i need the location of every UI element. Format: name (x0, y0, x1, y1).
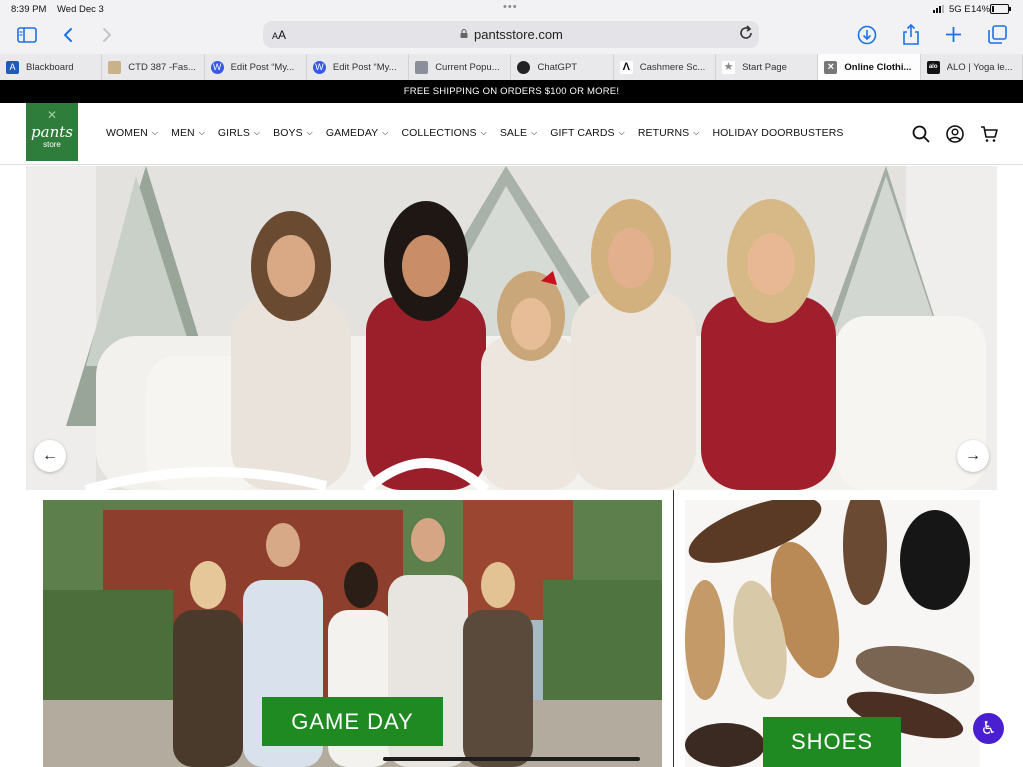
nav-boys[interactable]: BOYS ⌵ (273, 127, 313, 139)
browser-toolbar: AA pantsstore.com (0, 18, 1023, 54)
chevron-down-icon: ⌵ (382, 128, 389, 137)
share-icon[interactable] (902, 24, 920, 45)
account-icon[interactable] (946, 125, 964, 143)
alo-favicon-icon: alo (926, 61, 940, 74)
new-tab-icon[interactable] (945, 26, 962, 43)
cart-icon[interactable] (980, 125, 998, 143)
pants-store-logo[interactable]: ✕ pants store (26, 103, 78, 161)
cashmere-favicon-icon: Λ (619, 61, 633, 74)
tab-blackboard[interactable]: A Blackboard (0, 54, 103, 80)
blackboard-favicon-icon: A (6, 61, 19, 74)
tab-online-clothing[interactable]: × Online Clothi... (818, 54, 921, 80)
reload-icon[interactable] (739, 25, 754, 41)
tab-label: Online Clothi... (844, 62, 912, 73)
tile-divider (673, 490, 674, 767)
url-text[interactable]: pantsstore.com (474, 27, 563, 42)
carousel-next-button[interactable]: → (957, 440, 989, 472)
logo-mark-icon: ✕ (46, 108, 58, 122)
chevron-down-icon: ⌵ (151, 128, 159, 137)
forward-icon[interactable] (101, 27, 113, 43)
hero-image (26, 166, 997, 490)
chevron-down-icon: ⌵ (531, 128, 538, 137)
back-icon[interactable] (62, 27, 74, 43)
logo-sub: store (43, 140, 61, 149)
network-label: 5G E (949, 4, 971, 15)
tab-label: Current Popu... (435, 62, 500, 73)
tab-label: CTD 387 -Fas... (128, 62, 196, 73)
tab-edit-post-1[interactable]: W Edit Post “My... (205, 54, 307, 80)
nav-sale[interactable]: SALE ⌵ (500, 127, 537, 139)
nav-returns[interactable]: RETURNS ⌵ (638, 127, 700, 139)
shoes-tile[interactable]: SHOES (685, 500, 980, 767)
wordpress-favicon-icon: W (312, 61, 326, 74)
tab-bar: A Blackboard CTD 387 -Fas... W Edit Post “… (0, 54, 1023, 80)
multitasking-dots-icon[interactable]: ••• (503, 1, 518, 13)
logo-word: pants (31, 123, 73, 141)
nav-holiday-doorbusters[interactable]: HOLIDAY DOORBUSTERS (712, 127, 843, 139)
gameday-button[interactable]: GAME DAY (262, 697, 443, 746)
status-date: Wed Dec 3 (57, 4, 104, 15)
ctd-favicon-icon (108, 61, 122, 74)
tab-label: Cashmere Sc... (639, 62, 706, 73)
nav-collections[interactable]: COLLECTIONS ⌵ (401, 127, 486, 139)
chatgpt-favicon-icon (517, 61, 531, 74)
tabs-overview-icon[interactable] (988, 25, 1007, 44)
tab-current-popular[interactable]: Current Popu... (409, 54, 512, 80)
chevron-down-icon: ⌵ (198, 128, 205, 137)
carousel-prev-button[interactable]: ← (34, 440, 66, 472)
main-nav: WOMEN ⌵ MEN ⌵ GIRLS ⌵ BOYS ⌵ GAMEDAY ⌵ COLLEC… (106, 127, 857, 139)
tab-alo-yoga[interactable]: alo ALO | Yoga le... (921, 54, 1023, 80)
gameday-tile[interactable]: GAME DAY (43, 500, 662, 767)
sidebar-icon[interactable] (17, 27, 37, 43)
chevron-down-icon: ⌵ (693, 128, 700, 137)
tab-label: Edit Post “My... (230, 62, 295, 73)
nav-gameday[interactable]: GAMEDAY ⌵ (326, 127, 389, 139)
nav-men[interactable]: MEN ⌵ (171, 127, 205, 139)
star-icon: ★ (722, 61, 736, 74)
tab-label: Edit Post “My... (332, 62, 397, 73)
chevron-down-icon: ⌵ (306, 128, 313, 137)
search-icon[interactable] (912, 125, 930, 143)
tab-ctd-387[interactable]: CTD 387 -Fas... (102, 54, 205, 80)
status-time: 8:39 PM (11, 4, 47, 15)
battery-icon (990, 4, 1011, 14)
tab-chatgpt[interactable]: ChatGPT (511, 54, 614, 80)
text-size-button[interactable]: AA (272, 28, 286, 42)
tab-edit-post-2[interactable]: W Edit Post “My... (307, 54, 410, 80)
chevron-down-icon: ⌵ (253, 128, 261, 137)
status-bar: 8:39 PM Wed Dec 3 ••• 5G E 14% (0, 0, 1023, 18)
chevron-down-icon: ⌵ (480, 128, 487, 137)
accessibility-icon[interactable]: ♿ (973, 713, 1004, 744)
signal-icon (933, 5, 947, 13)
promo-banner[interactable]: FREE SHIPPING ON ORDERS $100 OR MORE! (0, 80, 1023, 103)
nav-girls[interactable]: GIRLS ⌵ (218, 127, 260, 139)
shoes-button[interactable]: SHOES (763, 717, 901, 767)
tab-label: ALO | Yoga le... (946, 62, 1013, 73)
page-favicon-icon (415, 61, 429, 74)
chevron-down-icon: ⌵ (618, 128, 625, 137)
tab-label: ChatGPT (537, 62, 578, 73)
home-indicator[interactable] (383, 757, 640, 761)
address-bar[interactable]: AA pantsstore.com (263, 21, 759, 48)
wordpress-favicon-icon: W (210, 61, 224, 74)
nav-women[interactable]: WOMEN ⌵ (106, 127, 158, 139)
lock-icon (460, 29, 468, 38)
battery-percent: 14% (971, 4, 991, 15)
close-tab-icon[interactable]: × (824, 61, 838, 74)
tab-label: Blackboard (26, 62, 74, 73)
tab-start-page[interactable]: ★ Start Page (716, 54, 819, 80)
download-icon[interactable] (857, 25, 877, 45)
nav-gift-cards[interactable]: GIFT CARDS ⌵ (550, 127, 625, 139)
tab-label: Start Page (742, 62, 787, 73)
tab-cashmere[interactable]: Λ Cashmere Sc... (614, 54, 717, 80)
hero-carousel[interactable]: ← → (26, 166, 997, 490)
site-header: ✕ pants store WOMEN ⌵ MEN ⌵ GIRLS ⌵ BOYS ⌵ G… (0, 103, 1023, 165)
